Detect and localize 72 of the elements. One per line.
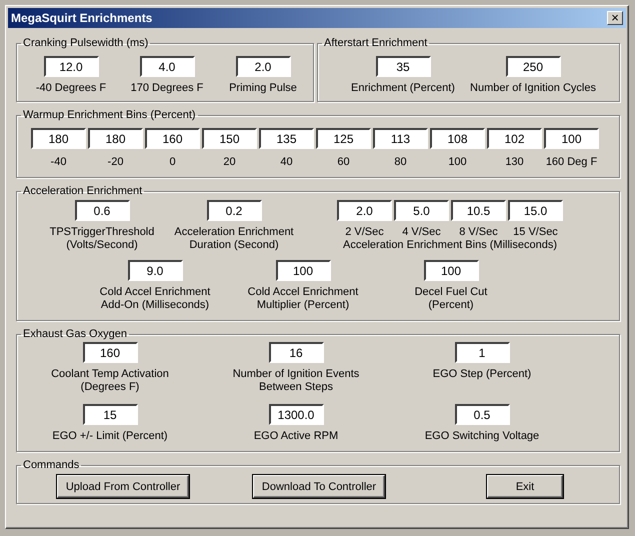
- field-label: 40: [280, 156, 293, 169]
- value-field[interactable]: 12.0: [44, 56, 98, 77]
- group-title: Cranking Pulsewidth (ms): [22, 37, 150, 49]
- group-title: Acceleration Enrichment: [22, 185, 144, 197]
- value-field[interactable]: 250: [506, 56, 560, 77]
- field-label: Cold Accel Enrichment Add-On (Milliseconds): [100, 286, 210, 312]
- close-button[interactable]: ×: [607, 11, 623, 25]
- value-field[interactable]: 100: [276, 260, 330, 281]
- field-label: 0: [169, 156, 176, 169]
- command-button[interactable]: Upload From Controller: [57, 475, 189, 498]
- field-label: EGO +/- Limit (Percent): [52, 430, 168, 443]
- bins-caption: Acceleration Enrichment Bins (Milliseconds): [343, 239, 557, 252]
- group-title: Warmup Enrichment Bins (Percent): [22, 109, 197, 121]
- field-label: Coolant Temp Activation (Degrees F): [51, 368, 169, 394]
- field-label: Decel Fuel Cut (Percent): [414, 286, 488, 312]
- value-field[interactable]: 180: [88, 128, 143, 149]
- field-label: Number of Ignition Events Between Steps: [232, 368, 360, 394]
- group-title: Exhaust Gas Oxygen: [22, 328, 128, 340]
- field-label: 4 V/Sec: [402, 226, 441, 239]
- field-label: 20: [223, 156, 236, 169]
- value-field[interactable]: 100: [424, 260, 478, 281]
- field-label: EGO Step (Percent): [432, 368, 532, 381]
- field-label: -40 Degrees F: [36, 82, 106, 95]
- command-button[interactable]: Exit: [487, 475, 563, 498]
- field-label: -20: [108, 156, 124, 169]
- value-field[interactable]: 135: [259, 128, 314, 149]
- value-field[interactable]: 0.5: [454, 404, 510, 425]
- value-field[interactable]: 10.5: [451, 200, 506, 221]
- value-field[interactable]: 180: [31, 128, 86, 149]
- value-field[interactable]: 0.2: [206, 200, 262, 221]
- command-button[interactable]: Download To Controller: [253, 475, 385, 498]
- field-label: 160 Deg F: [546, 156, 598, 169]
- value-field[interactable]: 150: [202, 128, 257, 149]
- value-field[interactable]: 160: [145, 128, 200, 149]
- field-label: TPSTriggerThreshold (Volts/Second): [50, 226, 154, 252]
- value-field[interactable]: 9.0: [128, 260, 182, 281]
- field-label: 2 V/Sec: [345, 226, 384, 239]
- field-label: 15 V/Sec: [513, 226, 558, 239]
- value-field[interactable]: 100: [544, 128, 599, 149]
- field-label: 60: [337, 156, 350, 169]
- field-label: 130: [505, 156, 524, 169]
- value-field[interactable]: 0.6: [74, 200, 130, 221]
- value-field[interactable]: 15.0: [508, 200, 563, 221]
- field-label: Priming Pulse: [229, 82, 297, 95]
- value-field[interactable]: 5.0: [394, 200, 449, 221]
- value-field[interactable]: 1300.0: [268, 404, 324, 425]
- field-label: 100: [448, 156, 467, 169]
- value-field[interactable]: 2.0: [337, 200, 392, 221]
- value-field[interactable]: 4.0: [140, 56, 194, 77]
- value-field[interactable]: 35: [376, 56, 430, 77]
- value-field[interactable]: 160: [82, 342, 138, 363]
- value-field[interactable]: 15: [82, 404, 138, 425]
- value-field[interactable]: 125: [316, 128, 371, 149]
- field-label: Number of Ignition Cycles: [470, 82, 596, 95]
- field-label: 8 V/Sec: [459, 226, 498, 239]
- value-field[interactable]: 1: [454, 342, 510, 363]
- group-title: Commands: [22, 459, 80, 471]
- group-title: Afterstart Enrichment: [323, 37, 428, 49]
- field-label: EGO Switching Voltage: [424, 430, 540, 443]
- field-label: Cold Accel Enrichment Multiplier (Percent): [248, 286, 358, 312]
- field-label: Acceleration Enrichment Duration (Second): [174, 226, 294, 252]
- value-field[interactable]: 102: [487, 128, 542, 149]
- value-field[interactable]: 113: [373, 128, 428, 149]
- field-label: 170 Degrees F: [130, 82, 204, 95]
- field-label: 80: [394, 156, 407, 169]
- value-field[interactable]: 108: [430, 128, 485, 149]
- field-label: EGO Active RPM: [254, 430, 338, 443]
- value-field[interactable]: 16: [268, 342, 324, 363]
- field-label: -40: [50, 156, 66, 169]
- window-title: MegaSquirt Enrichments: [11, 11, 152, 25]
- value-field[interactable]: 2.0: [236, 56, 290, 77]
- field-label: Enrichment (Percent): [351, 82, 455, 95]
